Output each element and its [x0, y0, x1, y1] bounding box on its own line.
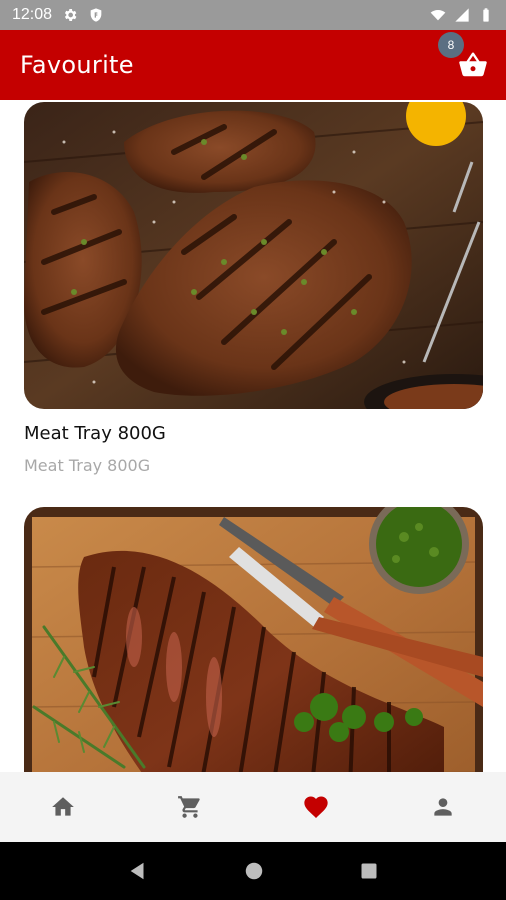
- recents-icon[interactable]: [359, 861, 379, 881]
- grilled-pork-chops-image: [24, 102, 483, 409]
- nav-home[interactable]: [33, 777, 93, 837]
- status-bar: 12:08: [0, 0, 506, 30]
- home-icon: [52, 797, 75, 816]
- battery-icon: [483, 8, 489, 22]
- product-image[interactable]: [24, 102, 483, 409]
- sliced-steak-image: [24, 507, 483, 772]
- heart-icon: [304, 796, 328, 818]
- product-title: Meat Tray 800G: [24, 423, 166, 444]
- wifi-icon: [430, 10, 446, 21]
- basket-icon: [459, 52, 487, 77]
- cart-button[interactable]: 8: [438, 32, 490, 78]
- cart-icon: [177, 796, 200, 818]
- favorites-list: Meat Tray 800G Meat Tray 800G: [0, 100, 506, 772]
- product-subtitle: Meat Tray 800G: [24, 456, 151, 475]
- favorite-card[interactable]: Meat Tray 800G Meat Tray 800G: [24, 102, 483, 475]
- signal-icon: [455, 8, 469, 22]
- home-circle-icon[interactable]: [243, 860, 265, 882]
- back-icon[interactable]: [127, 860, 149, 882]
- nav-favourite[interactable]: [286, 777, 346, 837]
- system-navigation: [0, 842, 506, 900]
- page-title: Favourite: [20, 51, 134, 79]
- shield-icon: [90, 8, 102, 22]
- product-image[interactable]: [24, 507, 483, 772]
- nav-cart[interactable]: [160, 777, 220, 837]
- app-bar: Favourite 8: [0, 30, 506, 100]
- person-icon: [434, 798, 452, 816]
- bottom-navigation: [0, 772, 506, 842]
- gear-icon: [64, 9, 77, 21]
- status-time: 12:08: [12, 6, 53, 23]
- favorite-card[interactable]: [24, 507, 483, 772]
- nav-profile[interactable]: [413, 777, 473, 837]
